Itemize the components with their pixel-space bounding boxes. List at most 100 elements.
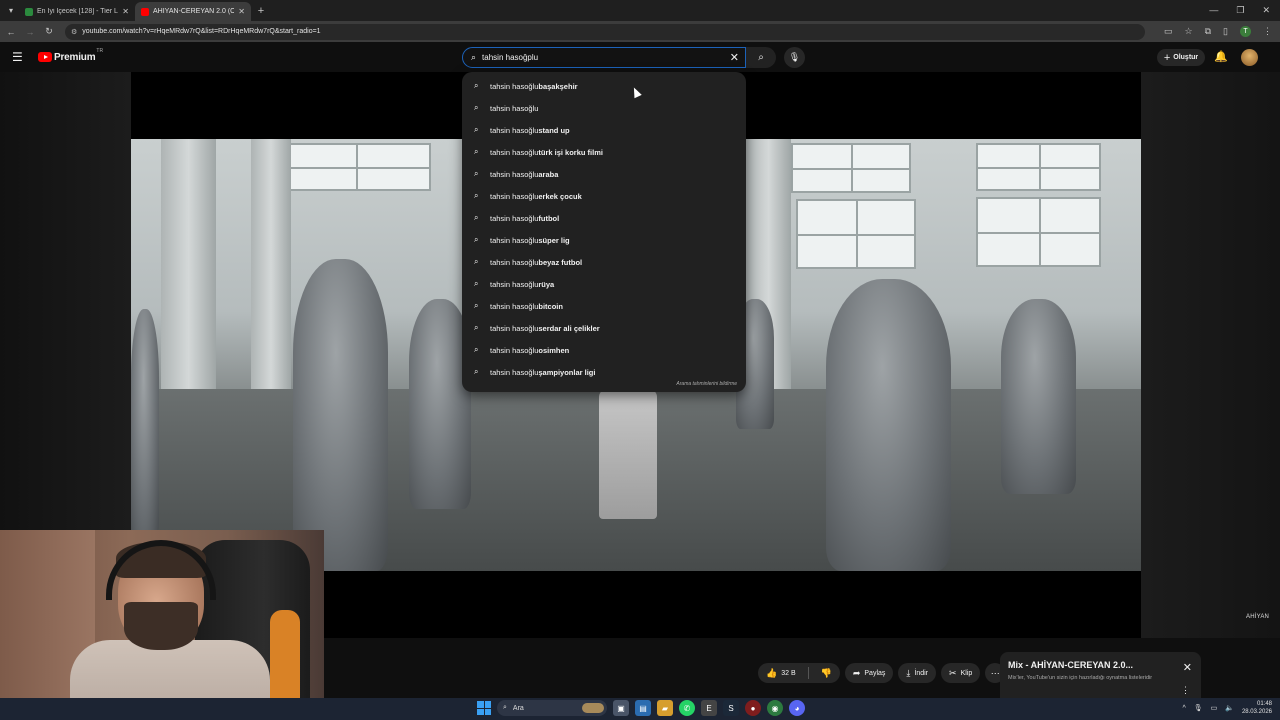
suggestion-item[interactable]: ⌕ tahsin hasoğlu araba — [462, 163, 746, 185]
suggestion-item[interactable]: ⌕ tahsin hasoğlu bitcoin — [462, 295, 746, 317]
minimize-icon[interactable]: — — [1209, 5, 1218, 16]
clock-date: 28.03.2026 — [1241, 709, 1272, 715]
search-highlight-badge — [582, 703, 604, 713]
search-suggestions-dropdown: ⌕ tahsin hasoğlu başakşehir ⌕ tahsin hasoğ… — [462, 72, 746, 392]
like-button[interactable]: 👍 32 B — [758, 663, 804, 683]
cast-icon[interactable]: ▭ — [1164, 26, 1173, 37]
store-icon[interactable]: ▤ — [635, 700, 651, 716]
file-explorer-icon[interactable]: ▰ — [657, 700, 673, 716]
profile-avatar[interactable]: T — [1240, 26, 1251, 37]
volume-icon[interactable]: 🔈 — [1225, 704, 1234, 712]
youtube-play-icon — [38, 52, 52, 62]
sidepanel-icon[interactable]: ▯ — [1223, 26, 1228, 37]
video-watermark: AHİYAN — [1246, 614, 1270, 620]
new-tab-icon[interactable]: + — [253, 5, 269, 17]
epic-games-icon[interactable]: E — [701, 700, 717, 716]
reload-icon[interactable]: ↻ — [41, 26, 57, 37]
system-tray: ^ 🎙 ▭ 🔈 01:48 28.03.2026 — [1182, 700, 1272, 716]
tab-close-icon[interactable]: ✕ — [122, 7, 129, 16]
create-button[interactable]: + Oluştur — [1157, 49, 1205, 66]
dislike-button[interactable]: 👎 — [813, 663, 840, 683]
voice-search-icon[interactable]: 🎙 — [784, 47, 805, 68]
like-count: 32 B — [781, 669, 796, 677]
network-icon[interactable]: ▭ — [1211, 704, 1218, 712]
suggestion-item[interactable]: ⌕ tahsin hasoğlu futbol — [462, 207, 746, 229]
close-icon[interactable]: ✕ — [1183, 661, 1192, 674]
search-icon: ⌕ — [474, 367, 479, 376]
notifications-bell-icon[interactable]: 🔔 — [1214, 50, 1228, 63]
suggestion-item[interactable]: ⌕ tahsin hasoğlu türk işi korku filmi — [462, 141, 746, 163]
suggestion-completion: araba — [538, 169, 559, 179]
report-predictions-link[interactable]: Arama tahminlerini bildirme — [676, 381, 737, 387]
youtube-premium-logo[interactable]: Premium TR — [38, 48, 103, 63]
extensions-icon[interactable]: ⧉ — [1205, 26, 1211, 37]
suggestion-item[interactable]: ⌕ tahsin hasoğlu beyaz futbol — [462, 251, 746, 273]
close-window-icon[interactable]: ✕ — [1262, 5, 1270, 16]
chrome-icon[interactable]: ◉ — [767, 700, 783, 716]
steam-icon[interactable]: S — [723, 700, 739, 716]
download-button[interactable]: ⤓ İndir — [898, 663, 937, 683]
window-controls: — ❐ ✕ — [1209, 5, 1280, 16]
suggestion-item[interactable]: ⌕ tahsin hasoğlu başakşehir — [462, 75, 746, 97]
clear-search-icon[interactable]: ✕ — [730, 51, 739, 64]
logo-text: Premium — [54, 51, 96, 63]
share-button[interactable]: ➦ Paylaş — [844, 663, 894, 683]
search-icon: ⌕ — [471, 52, 477, 62]
suggestion-completion: beyaz futbol — [538, 257, 583, 267]
mix-playlist-panel: Mix - AHİYAN-CEREYAN 2.0... Mix'ler, You… — [1000, 652, 1201, 700]
taskbar-search[interactable]: ⌕ Ara — [497, 700, 607, 716]
windows-start-icon[interactable] — [477, 701, 491, 715]
browser-menu-icon[interactable]: ⋮ — [1263, 26, 1272, 37]
task-view-icon[interactable]: ▣ — [613, 700, 629, 716]
microphone-icon[interactable]: 🎙 — [1194, 704, 1203, 712]
suggestion-completion: serdar ali çelikler — [538, 323, 600, 333]
youtube-header: ☰ Premium TR ⌕ ✕ ⌕ 🎙 + Oluştur 🔔 — [0, 42, 1280, 72]
tab-favicon-icon — [25, 7, 33, 16]
suggestion-item[interactable]: ⌕ tahsin hasoğlu şampiyonlar ligi — [462, 361, 746, 383]
suggestion-prefix: tahsin hasoğlu — [490, 257, 539, 267]
bookmark-star-icon[interactable]: ☆ — [1185, 26, 1193, 37]
address-bar[interactable]: ⚙ youtube.com/watch?v=rHqeMRdw7rQ&list=R… — [65, 23, 1145, 40]
shrouded-figure — [826, 279, 951, 571]
kebab-menu-icon[interactable]: ⋮ — [1181, 685, 1190, 696]
search-icon: ⌕ — [474, 103, 479, 112]
suggestion-item[interactable]: ⌕ tahsin hasoğlu — [462, 97, 746, 119]
tab-search-icon[interactable]: ▾ — [3, 3, 19, 19]
suggestion-item[interactable]: ⌕ tahsin hasoğlu rüya — [462, 273, 746, 295]
youtube-favicon-icon — [141, 7, 149, 16]
back-icon[interactable]: ← — [3, 27, 19, 37]
app-icon[interactable]: ● — [745, 700, 761, 716]
search-icon: ⌕ — [474, 345, 479, 354]
account-avatar[interactable] — [1241, 49, 1258, 66]
browser-tab[interactable]: En İyi İçecek [128] - Tier List | N ✕ — [19, 2, 135, 21]
whatsapp-icon[interactable]: ✆ — [679, 700, 695, 716]
tray-chevron-icon[interactable]: ^ — [1182, 705, 1185, 712]
browser-tab-active[interactable]: AHİYAN-CEREYAN 2.0 (OFFICIAL ✕ — [135, 2, 251, 21]
search-icon: ⌕ — [474, 169, 479, 178]
menu-icon[interactable]: ☰ — [12, 50, 24, 64]
suggestion-item[interactable]: ⌕ tahsin hasoğlu süper lig — [462, 229, 746, 251]
suggestion-item[interactable]: ⌕ tahsin hasoğlu erkek çocuk — [462, 185, 746, 207]
region-code: TR — [96, 47, 104, 54]
suggestion-item[interactable]: ⌕ tahsin hasoğlu stand up — [462, 119, 746, 141]
discord-icon[interactable]: ◕ — [789, 700, 805, 716]
search-button[interactable]: ⌕ — [746, 47, 776, 68]
window-pane — [976, 197, 1101, 267]
suggestion-item[interactable]: ⌕ tahsin hasoğlu osimhen — [462, 339, 746, 361]
scissors-icon: ✂ — [949, 667, 957, 678]
forward-icon[interactable]: → — [22, 27, 38, 37]
search-input[interactable] — [482, 53, 730, 62]
suggestion-prefix: tahsin hasoğlu — [490, 103, 539, 113]
shrouded-figure — [1001, 299, 1076, 494]
taskbar-search-placeholder: Ara — [512, 704, 524, 712]
maximize-icon[interactable]: ❐ — [1236, 5, 1244, 16]
webcam-overlay — [0, 530, 324, 720]
clip-button[interactable]: ✂ Klip — [941, 663, 981, 683]
mix-title: Mix - AHİYAN-CEREYAN 2.0... — [1008, 660, 1134, 670]
clock[interactable]: 01:48 28.03.2026 — [1242, 700, 1272, 716]
suggestion-item[interactable]: ⌕ tahsin hasoğlu serdar ali çelikler — [462, 317, 746, 339]
site-info-icon[interactable]: ⚙ — [71, 28, 77, 36]
suggestion-prefix: tahsin hasoğlu — [490, 345, 539, 355]
share-label: Paylaş — [864, 669, 886, 677]
tab-close-icon[interactable]: ✕ — [238, 7, 245, 16]
